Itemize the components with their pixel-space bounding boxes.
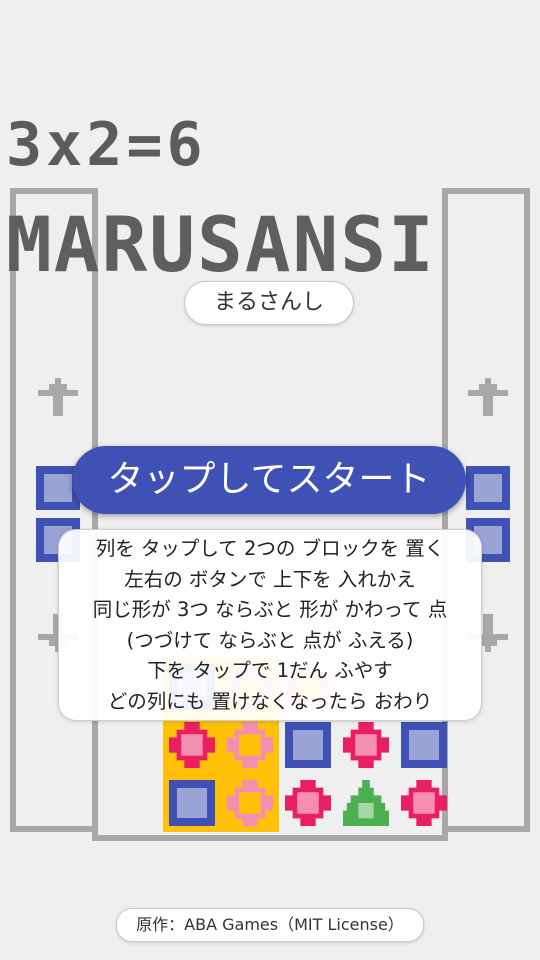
square-piece-core [474,474,502,502]
square-piece-core [293,730,323,760]
circle-piece-core [413,792,435,814]
instruction-line: 左右の ボタンで 上下を 入れかえ [124,567,416,591]
triangle-piece-core [358,803,374,819]
circle-piece-core [355,734,377,756]
game-logo: MARUSANSI [6,200,436,289]
up-arrow-icon [38,378,78,416]
up-arrow-icon [468,378,508,416]
circle-piece-core [239,792,261,814]
game-subtitle: まるさんし [184,281,354,325]
circle-piece-core [181,734,203,756]
game-screen: 3x2=6 MARUSANSI まるさんし タップしてスタート 列を タップして… [0,0,540,960]
start-button[interactable]: タップしてスタート [72,446,466,514]
score-display: 3x2=6 [6,110,207,180]
instruction-line: 下を タップで 1だん ふやす [147,659,393,682]
square-piece-core [409,730,439,760]
circle-piece-core [239,734,261,756]
square-piece-core [44,474,72,502]
instructions-panel: 列を タップして 2つの ブロックを 置く 左右の ボタンで 上下を 入れかえ … [58,529,482,721]
instruction-line: 列を タップして 2つの ブロックを 置く [95,537,445,560]
instruction-line: 同じ形が 3つ ならぶと 形が かわって 点 [92,598,448,621]
circle-piece-core [297,792,319,814]
credit-link[interactable]: 原作：ABA Games（MIT License） [116,908,424,942]
instruction-line: (つづけて ならぶと 点が ふえる) [126,628,414,652]
instruction-line: どの列にも 置けなくなったら おわり [107,689,433,713]
square-piece-core [177,788,207,818]
